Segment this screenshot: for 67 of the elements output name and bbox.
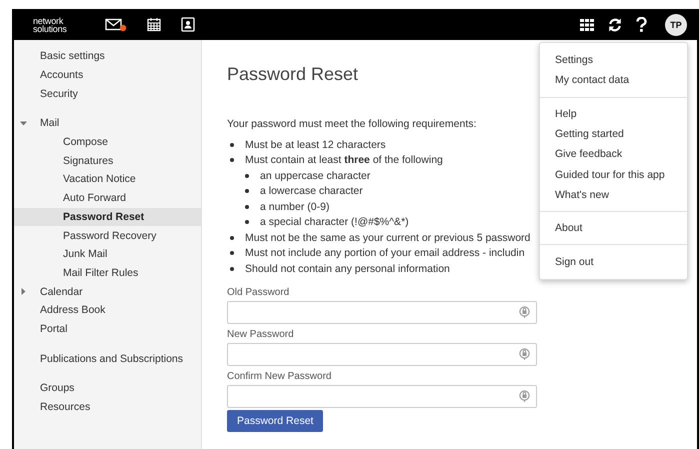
menu-item[interactable]: Settings	[540, 50, 687, 70]
sidebar-item[interactable]: Password Recovery	[14, 226, 201, 245]
menu-item[interactable]: Give feedback	[540, 144, 687, 164]
sidebar-item[interactable]: Accounts	[14, 66, 201, 84]
logo[interactable]: network solutions	[33, 16, 67, 32]
calendar-icon[interactable]	[146, 17, 161, 32]
field-label: Confirm New Password	[227, 370, 332, 384]
requirements-intro: Your password must meet the following requirements:	[227, 118, 476, 130]
sidebar-item[interactable]: Security	[14, 84, 201, 104]
requirement-text: Must contain at least three of the following	[245, 154, 443, 166]
page-title: Password Reset	[227, 64, 358, 85]
menu-item[interactable]: Getting started	[540, 124, 687, 144]
sidebar-item[interactable]: Junk Mail	[14, 244, 201, 264]
sidebar-item[interactable]: Mail Filter Rules	[14, 264, 201, 282]
menu-item[interactable]: What's new	[540, 184, 687, 206]
requirement-text: Should not contain any personal information	[245, 262, 450, 275]
field-label: New Password	[227, 328, 295, 342]
bullet-icon	[245, 204, 249, 209]
bullet-icon	[245, 174, 249, 178]
password-manager-icon[interactable]	[519, 306, 530, 318]
contact-icon[interactable]	[180, 17, 195, 32]
sidebar-item[interactable]: Address Book	[14, 300, 201, 320]
sidebar-item[interactable]: Compose	[14, 132, 201, 152]
requirement-text: Must not be the same as your current or previous 5 password	[245, 232, 530, 244]
menu-item[interactable]: Sign out	[540, 251, 687, 272]
bullet-icon	[245, 189, 249, 194]
refresh-icon[interactable]	[608, 18, 622, 32]
apps-grid-icon[interactable]	[580, 18, 594, 30]
menu-item[interactable]: Help	[540, 104, 687, 124]
bullet-icon	[245, 220, 249, 224]
requirement-text: Must be at least 12 characters	[245, 138, 386, 151]
bullet-icon	[230, 158, 234, 162]
requirement-text: Must not include any portion of your email address - includin	[245, 247, 525, 260]
sidebar-item[interactable]: Vacation Notice	[14, 170, 201, 189]
password-field[interactable]	[227, 342, 537, 366]
sidebar-item[interactable]: Auto Forward	[14, 188, 201, 208]
bullet-icon	[230, 266, 234, 271]
help-icon[interactable]	[636, 17, 647, 32]
sidebar-item[interactable]: Password Reset	[14, 208, 201, 226]
requirement-text: a number (0-9)	[260, 200, 330, 213]
requirement-text: a special character (!@#$%^&*)	[260, 216, 409, 228]
sidebar-item[interactable]: Basic settings	[14, 47, 201, 66]
sidebar-item[interactable]: Mail	[14, 114, 201, 133]
field-label: Old Password	[227, 286, 290, 300]
sidebar-item[interactable]: Portal	[14, 320, 201, 338]
requirement-text: an uppercase character	[260, 170, 370, 182]
password-reset-button[interactable]: Password Reset	[227, 410, 324, 432]
sidebar-item[interactable]: Publications and Subscriptions	[14, 349, 201, 368]
password-field[interactable]	[227, 384, 537, 408]
password-field[interactable]	[227, 300, 537, 324]
menu-item[interactable]: About	[540, 218, 687, 238]
bullet-icon	[230, 236, 234, 240]
bullet-icon	[230, 251, 234, 256]
requirement-text: a lowercase character	[260, 185, 363, 198]
password-manager-icon[interactable]	[519, 348, 530, 360]
expand-caret-icon[interactable]	[20, 288, 27, 296]
menu-item[interactable]: My contact data	[540, 70, 687, 91]
collapse-caret-icon[interactable]	[20, 120, 27, 128]
mail-icon[interactable]	[104, 18, 127, 32]
password-manager-icon[interactable]	[519, 390, 530, 402]
bullet-icon	[230, 142, 234, 147]
sidebar-item[interactable]: Signatures	[14, 151, 201, 170]
sidebar-item[interactable]: Resources	[14, 398, 201, 416]
user-avatar[interactable]: TP	[665, 14, 687, 36]
sidebar-item[interactable]: Calendar	[14, 282, 201, 301]
sidebar-item[interactable]: Groups	[14, 379, 201, 398]
menu-item[interactable]: Guided tour for this app	[540, 164, 687, 185]
